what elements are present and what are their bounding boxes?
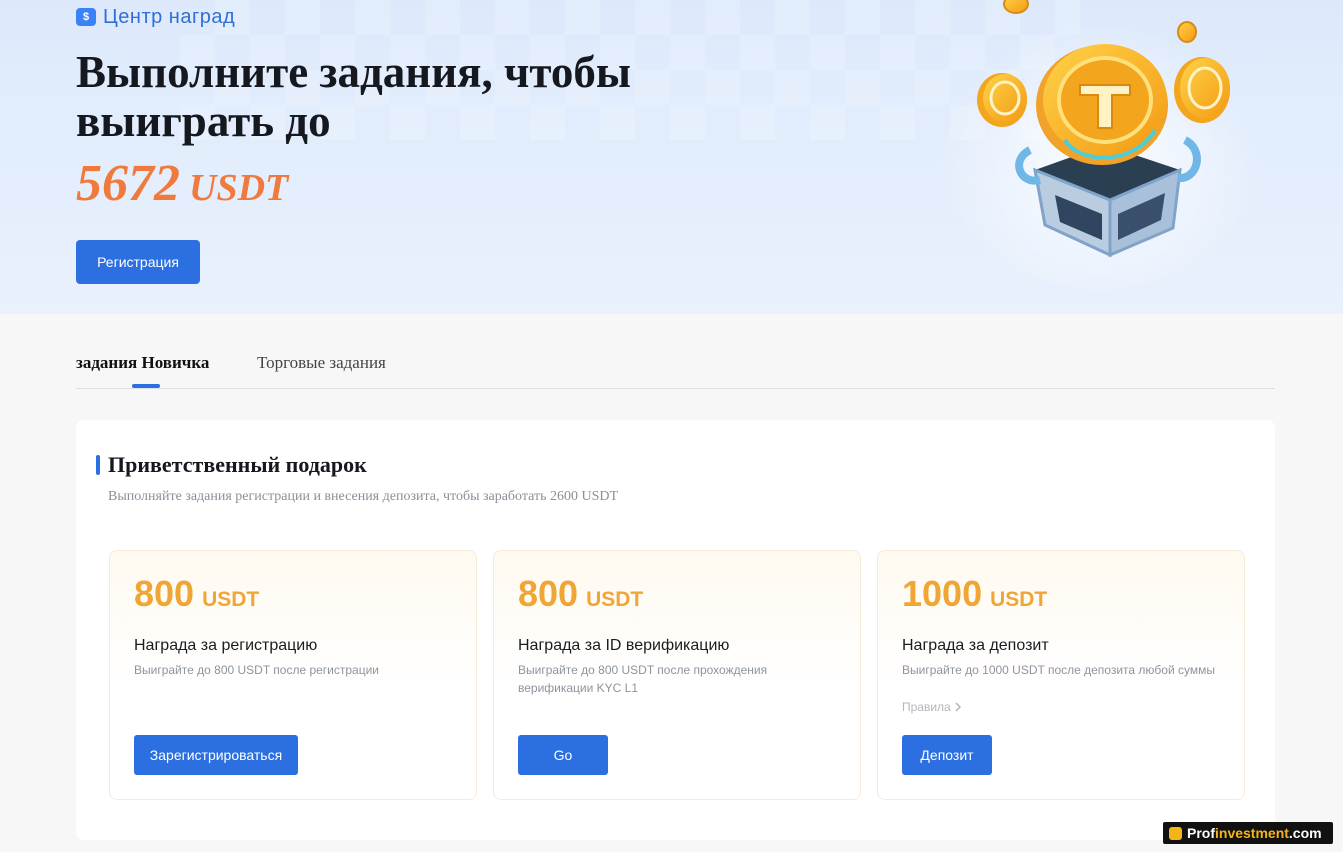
- chevron-right-icon: [955, 702, 961, 712]
- coin-icon: [1003, 0, 1029, 14]
- hero-amount-currency: USDT: [189, 167, 289, 209]
- coin-icon: [1177, 21, 1197, 43]
- section-subtitle: Выполняйте задания регистрации и внесени…: [108, 489, 619, 504]
- reward-title: Награда за депозит: [902, 637, 1049, 654]
- section-accent-bar: [96, 455, 100, 475]
- rules-link[interactable]: Правила: [902, 700, 962, 714]
- section-title: Приветственный подарок: [108, 452, 367, 477]
- reward-amount-value: 1000: [902, 573, 983, 614]
- hero-banner: $ Центр наград Выполните задания, чтобы …: [0, 0, 1343, 314]
- tab-trading-tasks[interactable]: Торговые задания: [257, 353, 386, 373]
- coin-icon: [1174, 57, 1230, 123]
- site-watermark: Prof investment .com: [1163, 822, 1333, 844]
- hero-amount-value: 5672: [76, 155, 180, 212]
- rules-link-label: Правила: [902, 700, 951, 714]
- reward-description: Выигрaйте до 800 USDT после регистрации: [134, 663, 380, 677]
- sign-up-button[interactable]: Зарегистрироваться: [134, 735, 298, 775]
- hero-title: Выполните задания, чтобы выиграть до: [76, 47, 631, 146]
- reward-card-id-verification: 800 USDT Награда за ID верификацию Выигр…: [493, 550, 861, 800]
- reward-amount-unit: USDT: [990, 588, 1048, 611]
- hero-prize-amount: 5672 USDT: [76, 154, 288, 213]
- tab-newbie-tasks[interactable]: задания Новичка: [76, 353, 209, 373]
- reward-amount: 1000 USDT: [902, 573, 1047, 615]
- deposit-button[interactable]: Депозит: [902, 735, 992, 775]
- reward-center-heading: $ Центр наград: [76, 4, 235, 30]
- reward-description: Выигрaйте до 800 USDT после прохождения …: [518, 663, 768, 695]
- active-tab-indicator: [132, 384, 160, 388]
- reward-description: Выигрaйте до 1000 USDT после депозита лю…: [902, 663, 1215, 677]
- welcome-gift-section: Приветственный подарок Выполняйте задани…: [76, 420, 1275, 840]
- go-verification-button[interactable]: Go: [518, 735, 608, 775]
- task-tabs: задания Новичка Торговые задания: [76, 344, 1275, 389]
- watermark-text-2: investment: [1215, 825, 1289, 841]
- watermark-text-3: .com: [1288, 825, 1322, 841]
- reward-card-registration: 800 USDT Награда за регистрацию Выигрaйт…: [109, 550, 477, 800]
- reward-amount: 800 USDT: [518, 573, 643, 615]
- coin-gift-box-illustration: [940, 0, 1260, 290]
- reward-amount-value: 800: [518, 573, 579, 614]
- reward-center-label: Центр наград: [103, 5, 236, 28]
- watermark-logo-icon: [1169, 826, 1182, 840]
- reward-title: Награда за ID верификацию: [518, 637, 730, 654]
- reward-card-deposit: 1000 USDT Награда за депозит Выигрaйте д…: [877, 550, 1245, 800]
- reward-title: Награда за регистрацию: [134, 637, 318, 654]
- reward-amount-value: 800: [134, 573, 195, 614]
- reward-amount-unit: USDT: [202, 588, 260, 611]
- gift-icon: $: [76, 8, 96, 26]
- register-button[interactable]: Регистрация: [76, 240, 200, 284]
- watermark-text-1: Prof: [1187, 825, 1215, 841]
- reward-amount-unit: USDT: [586, 588, 644, 611]
- reward-amount: 800 USDT: [134, 573, 259, 615]
- coin-icon: [977, 73, 1027, 127]
